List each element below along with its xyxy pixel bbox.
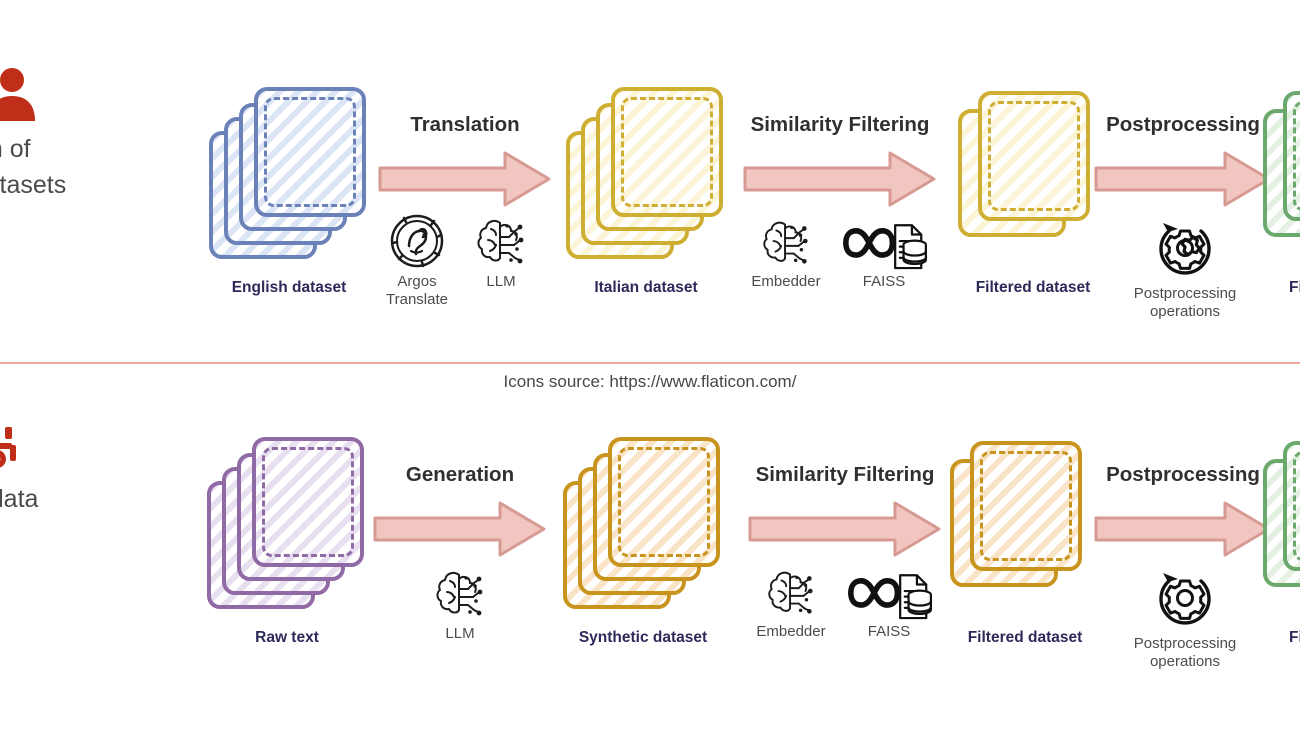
postprocessing-title: Postprocessing	[1106, 463, 1260, 486]
generation-arrow-icon	[372, 498, 548, 560]
postprocessing-operations-tool: Postprocessing operations	[1121, 565, 1249, 670]
embedder-tool: Embedder	[745, 565, 837, 641]
sheet	[978, 91, 1090, 221]
postprocessing-operations-tool: Postprocessing operations	[1121, 215, 1249, 320]
postprocessing-step: Postprocessing Postprocessing operations	[1093, 103, 1273, 320]
synthetic-data-icon	[0, 415, 100, 471]
final-dataset-stack	[1263, 433, 1300, 618]
faiss-icon	[838, 215, 930, 270]
argos-translate-tool: Argos Translate	[381, 213, 453, 308]
postprocessing-step: Postprocessing Postprocessing operations	[1093, 453, 1273, 670]
llm-label: LLM	[445, 625, 475, 642]
translation-caption-text: Translation of existing datasets	[0, 135, 67, 200]
italian-dataset-stack	[566, 83, 726, 268]
final-dataset-stage: Fin	[1263, 433, 1300, 663]
sheet	[1283, 91, 1300, 221]
section-divider	[0, 362, 1300, 364]
sheet	[254, 87, 366, 217]
final-dataset-stack	[1263, 83, 1300, 268]
synthetic-pipeline-row: Synthetic data generation Raw text Gener…	[0, 405, 1300, 685]
synthetic-caption-text: Synthetic data generation	[0, 485, 39, 513]
llm-brain-icon	[424, 565, 496, 621]
gear-refresh-icon	[1121, 215, 1249, 281]
argos-translate-label: Argos Translate	[386, 273, 448, 308]
embedder-label: Embedder	[751, 273, 821, 290]
synthetic-dataset-stack	[563, 433, 723, 618]
synthetic-caption: Synthetic data generation	[0, 415, 100, 554]
sheet	[611, 87, 723, 217]
translation-caption: Translation of existing datasets	[0, 65, 100, 204]
translation-arrow-icon	[377, 148, 553, 210]
translation-pipeline-row: Translation of existing datasets English…	[0, 55, 1300, 335]
user-translate-icon	[0, 65, 100, 121]
llm-tool: LLM	[424, 565, 496, 643]
similarity-filtering-arrow-icon	[742, 148, 938, 210]
postprocessing-operations-label: Postprocessing operations	[1133, 285, 1237, 320]
final-dataset-stage: Fin	[1263, 83, 1300, 313]
sheet	[970, 441, 1082, 571]
final-dataset-label: Fin	[1289, 279, 1300, 296]
icons-source-note: Icons source: https://www.flaticon.com/	[503, 372, 797, 391]
postprocessing-title: Postprocessing	[1106, 113, 1260, 136]
embedder-brain-icon	[745, 565, 837, 619]
postprocessing-arrow-icon	[1093, 498, 1273, 560]
sheet	[252, 437, 364, 567]
similarity-filtering-title: Similarity Filtering	[750, 113, 930, 136]
postprocessing-operations-label: Postprocessing operations	[1133, 635, 1237, 670]
postprocessing-arrow-icon	[1093, 148, 1273, 210]
similarity-filtering-step: Similarity Filtering Embedder FAISS	[730, 103, 950, 303]
sheet	[608, 437, 720, 567]
embedder-tool: Embedder	[740, 215, 832, 291]
similarity-filtering-step: Similarity Filtering Embedder FAISS	[735, 453, 955, 653]
synthetic-dataset-label: Synthetic dataset	[578, 629, 708, 646]
gear-refresh-icon	[1121, 565, 1249, 631]
faiss-icon	[843, 565, 935, 620]
embedder-brain-icon	[740, 215, 832, 269]
similarity-filtering-arrow-icon	[747, 498, 943, 560]
llm-brain-icon	[465, 213, 537, 269]
embedder-label: Embedder	[756, 623, 826, 640]
generation-step: Generation LLM	[370, 453, 550, 653]
filtered-dataset-stack	[958, 83, 1108, 268]
translation-step: Translation Argos Translate LLM	[375, 103, 555, 308]
final-dataset-label: Fin	[1289, 629, 1300, 646]
argos-translate-icon	[381, 213, 453, 269]
filtered-dataset-stack	[950, 433, 1100, 618]
dashed-outline	[1293, 101, 1300, 211]
english-dataset-label: English dataset	[231, 279, 347, 296]
dashed-outline	[1293, 451, 1300, 561]
pipeline-diagram-slide: Translation of existing datasets English…	[0, 0, 1300, 731]
sheet	[1283, 441, 1300, 571]
raw-text-stack	[207, 433, 367, 618]
english-dataset-stack	[209, 83, 369, 268]
